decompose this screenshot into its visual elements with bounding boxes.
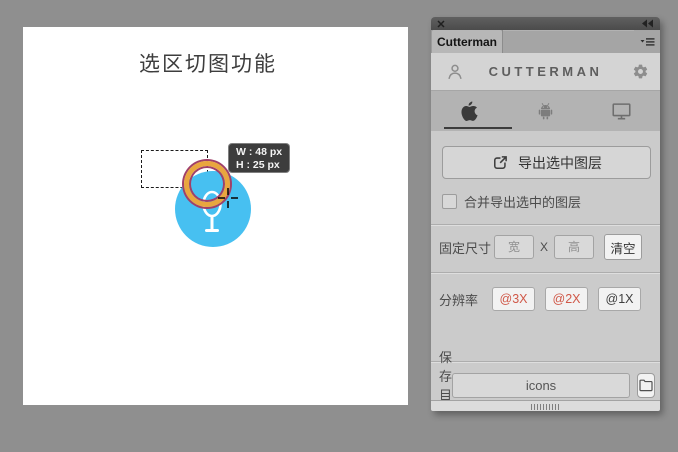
settings-gear-icon[interactable] [632, 63, 649, 85]
collapse-to-icons-icon[interactable] [640, 19, 654, 28]
export-button-label: 导出选中图层 [518, 153, 602, 173]
save-directory-label: 保存目录 [439, 347, 452, 400]
close-icon[interactable] [436, 19, 445, 28]
tab-android[interactable] [507, 91, 583, 131]
resolution-2x-button[interactable]: @2X [545, 287, 588, 311]
divider [431, 361, 660, 363]
panel-header: CUTTERMAN [431, 53, 660, 91]
selection-size-tooltip: W : 48 px H : 25 px [228, 143, 290, 173]
panel-titlebar[interactable] [431, 17, 660, 30]
cutterman-panel: Cutterman CUTTERMAN [431, 17, 660, 411]
merge-export-option[interactable]: 合并导出选中的图层 [442, 193, 649, 209]
panel-bottombar [431, 400, 660, 411]
divider [431, 224, 660, 226]
resolution-1x-button[interactable]: @1X [598, 287, 641, 311]
tooltip-width-text: W : 48 px [236, 146, 282, 159]
tabstrip-empty-area [502, 30, 634, 53]
browse-folder-button[interactable] [637, 373, 655, 398]
resolution-label: 分辨率 [439, 290, 492, 309]
brand-title: CUTTERMAN [431, 64, 660, 79]
save-directory-row: 保存目录 [431, 372, 660, 398]
export-icon [491, 154, 509, 172]
clear-size-button[interactable]: 清空 [604, 234, 642, 260]
canvas-title: 选区切图功能 [23, 48, 393, 78]
divider [431, 272, 660, 274]
desktop-background: 选区切图功能 W : 48 px H : 25 px [0, 0, 678, 452]
tab-web[interactable] [584, 91, 660, 131]
account-icon[interactable] [445, 62, 465, 87]
active-tab-underline [444, 127, 512, 129]
resolution-row: 分辨率 @3X @2X @1X [431, 287, 660, 311]
panel-resize-grip[interactable] [531, 404, 561, 410]
fixed-size-label: 固定尺寸 [439, 238, 494, 257]
resolution-3x-button[interactable]: @3X [492, 287, 535, 311]
panel-tabstrip: Cutterman [431, 30, 660, 53]
height-input[interactable] [554, 235, 594, 259]
tab-cutterman[interactable]: Cutterman [432, 30, 502, 53]
merge-checkbox-label: 合并导出选中的图层 [464, 192, 581, 211]
tooltip-height-text: H : 25 px [236, 159, 282, 172]
save-directory-input[interactable] [452, 373, 630, 398]
panel-content: 导出选中图层 合并导出选中的图层 固定尺寸 X 清空 分辨率 @3X @2X @… [431, 131, 660, 400]
tab-ios[interactable] [431, 91, 507, 131]
export-selected-layers-button[interactable]: 导出选中图层 [442, 146, 651, 179]
fixed-size-row: 固定尺寸 X 清空 [431, 234, 660, 260]
document-canvas[interactable]: 选区切图功能 W : 48 px H : 25 px [23, 27, 408, 405]
panel-menu-icon[interactable] [634, 30, 660, 53]
folder-icon [638, 378, 654, 392]
platform-tabs [431, 91, 660, 131]
size-separator: X [540, 240, 548, 254]
crosshair-cursor-icon [217, 187, 239, 209]
width-input[interactable] [494, 235, 534, 259]
merge-checkbox[interactable] [442, 194, 457, 209]
